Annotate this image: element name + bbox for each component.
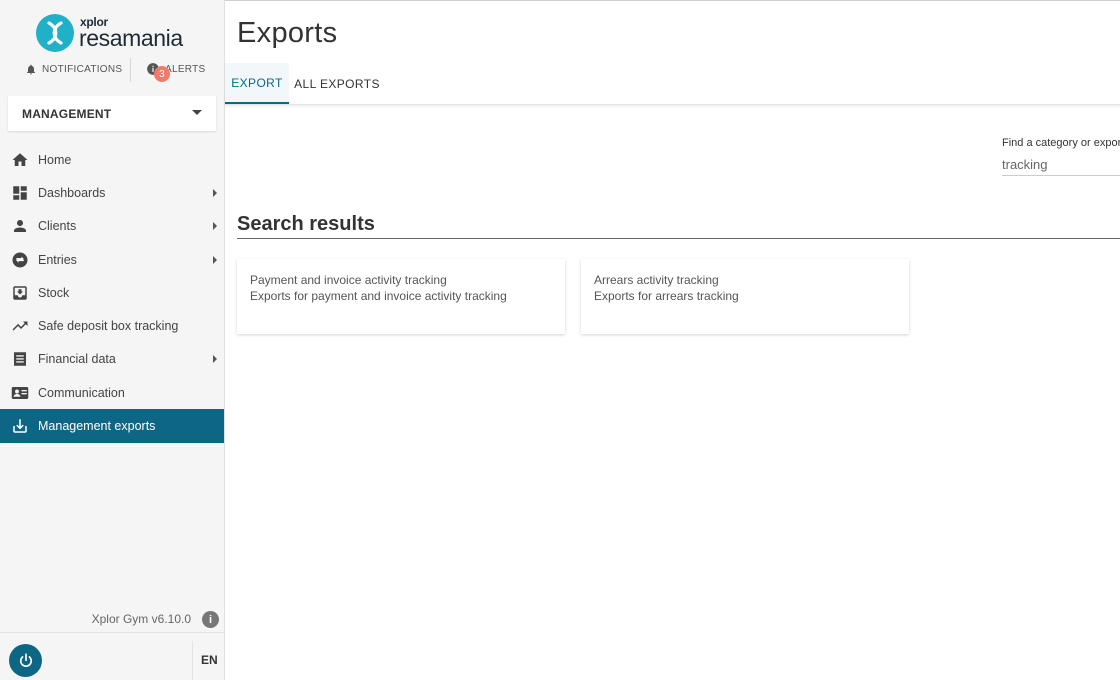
sidebar: xplor resamania NOTIFICATIONS ALERTS 3 M… — [0, 0, 225, 680]
context-select[interactable]: MANAGEMENT — [8, 96, 216, 131]
contact-card-icon — [11, 384, 29, 402]
receipt-icon — [11, 350, 29, 368]
context-select-value: MANAGEMENT — [22, 106, 112, 121]
person-icon — [11, 217, 29, 235]
sidebar-item-label: Financial data — [38, 352, 116, 367]
power-icon — [19, 652, 32, 667]
top-divider — [225, 0, 1120, 1]
export-card-title: Payment and invoice activity tracking — [250, 273, 447, 287]
sidebar-item-label: Management exports — [38, 419, 156, 434]
info-icon[interactable]: i — [202, 611, 219, 628]
power-button[interactable] — [9, 644, 42, 677]
alerts-label: ALERTS — [165, 63, 206, 75]
sidebar-nav: Home Dashboards Clients Entries Stock Sa… — [0, 143, 224, 443]
search-field: Find a category or export — [1002, 137, 1120, 176]
sidebar-item-label: Entries — [38, 252, 77, 267]
export-card-description: Exports for payment and invoice activity… — [250, 289, 507, 303]
sidebar-item-label: Clients — [38, 219, 77, 234]
search-label: Find a category or export — [1002, 137, 1120, 149]
sidebar-item-stock[interactable]: Stock — [0, 276, 224, 309]
caret-right-icon — [213, 188, 217, 197]
brand-logo[interactable]: xplor resamania — [36, 13, 183, 53]
sidebar-item-safe-deposit-box-tracking[interactable]: Safe deposit box tracking — [0, 309, 224, 342]
page-title: Exports — [237, 17, 338, 49]
sidebar-item-entries[interactable]: Entries — [0, 243, 224, 276]
tab-all-exports[interactable]: ALL EXPORTS — [289, 63, 385, 104]
sidebar-item-communication[interactable]: Communication — [0, 376, 224, 409]
trending-up-icon — [11, 317, 29, 335]
xplor-logo-icon — [36, 14, 74, 52]
notifications-button[interactable]: NOTIFICATIONS — [25, 58, 122, 80]
search-input[interactable] — [1002, 154, 1120, 176]
search-results-heading: Search results — [237, 213, 375, 235]
export-card-description: Exports for arrears tracking — [594, 289, 739, 303]
home-icon — [11, 151, 29, 169]
tab-bar: EXPORT ALL EXPORTS — [225, 63, 1120, 105]
dashboard-icon — [11, 184, 29, 202]
sidebar-item-label: Home — [38, 152, 72, 167]
alerts-count-badge: 3 — [154, 66, 170, 82]
sidebar-item-dashboards[interactable]: Dashboards — [0, 176, 224, 209]
sidebar-item-label: Communication — [38, 385, 125, 400]
sidebar-item-label: Stock — [38, 285, 70, 300]
swap-icon — [11, 251, 29, 269]
main-content: Exports EXPORT ALL EXPORTS Find a catego… — [225, 0, 1120, 680]
inbox-icon — [11, 284, 29, 302]
bell-icon — [27, 64, 35, 74]
caret-down-icon — [192, 110, 202, 115]
notifications-label: NOTIFICATIONS — [42, 63, 123, 75]
sidebar-item-financial-data[interactable]: Financial data — [0, 343, 224, 376]
sidebar-footer: EN — [0, 632, 224, 680]
download-icon — [11, 417, 29, 435]
search-results-divider — [237, 238, 1120, 239]
sidebar-item-home[interactable]: Home — [0, 143, 224, 176]
language-selector[interactable]: EN — [201, 653, 218, 667]
sidebar-item-clients[interactable]: Clients — [0, 210, 224, 243]
brand-resamania-text: resamania — [79, 25, 183, 51]
sidebar-item-label: Safe deposit box tracking — [38, 319, 179, 334]
alerts-button[interactable]: ALERTS 3 — [146, 58, 206, 82]
sidebar-item-label: Dashboards — [38, 185, 106, 200]
caret-right-icon — [213, 222, 217, 231]
tab-export[interactable]: EXPORT — [225, 63, 289, 104]
version-text: Xplor Gym v6.10.0 — [91, 612, 191, 626]
export-card-arrears[interactable]: Arrears activity tracking Exports for ar… — [581, 259, 909, 334]
export-card-payment-invoice[interactable]: Payment and invoice activity tracking Ex… — [237, 259, 565, 334]
sidebar-topbar: NOTIFICATIONS ALERTS 3 — [0, 58, 225, 82]
sidebar-item-management-exports[interactable]: Management exports — [0, 409, 224, 443]
topbar-divider — [130, 58, 131, 82]
footer-divider — [192, 641, 193, 680]
caret-right-icon — [213, 255, 217, 264]
version-info: Xplor Gym v6.10.0 i — [0, 608, 224, 630]
export-card-title: Arrears activity tracking — [594, 273, 719, 287]
caret-right-icon — [213, 355, 217, 364]
